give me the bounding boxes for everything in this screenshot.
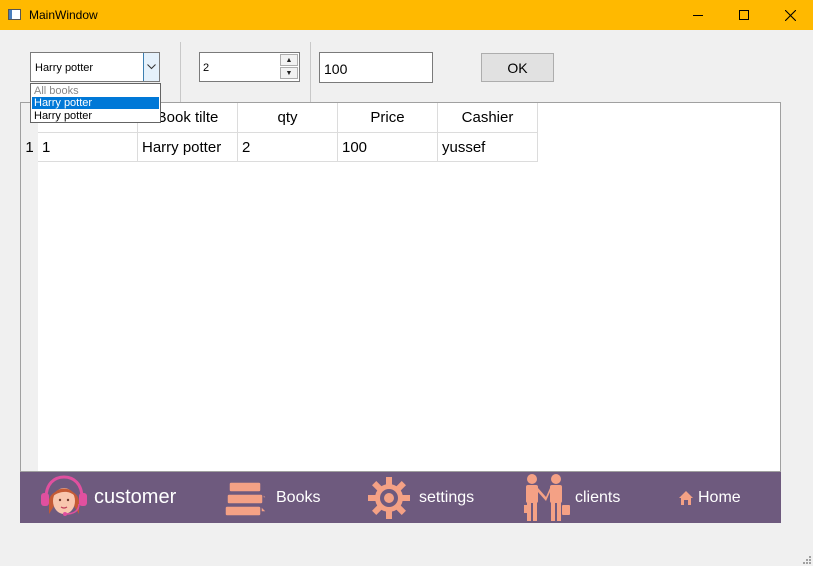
maximize-icon bbox=[739, 10, 749, 20]
customer-headset-icon bbox=[41, 474, 87, 516]
gear-icon bbox=[368, 476, 410, 519]
minimize-icon bbox=[693, 15, 703, 16]
bottom-nav-bar: customer Books settings clients Home bbox=[20, 472, 781, 523]
column-header-qty[interactable]: qty bbox=[238, 103, 338, 133]
handshake-icon bbox=[524, 473, 570, 521]
quantity-spinbox[interactable]: 2 ▲ ▼ bbox=[199, 52, 300, 82]
app-icon bbox=[8, 9, 21, 20]
combo-dropdown-button[interactable] bbox=[143, 53, 159, 81]
chevron-down-icon bbox=[147, 64, 156, 70]
orders-table[interactable]: Code Book tilte qty Price Cashier 1 1 Ha… bbox=[20, 102, 781, 472]
nav-home-label: Home bbox=[698, 488, 741, 506]
down-arrow-icon: ▼ bbox=[285, 69, 293, 77]
window-title: MainWindow bbox=[29, 8, 98, 22]
home-icon bbox=[679, 490, 693, 505]
cell-book-title[interactable]: Harry potter bbox=[138, 133, 238, 162]
cell-price[interactable]: 100 bbox=[338, 133, 438, 162]
quantity-value: 2 bbox=[203, 62, 210, 74]
spin-up-button[interactable]: ▲ bbox=[280, 54, 298, 66]
book-combo-value: Harry potter bbox=[35, 62, 94, 74]
nav-home[interactable]: Home bbox=[678, 472, 741, 523]
nav-settings[interactable]: settings bbox=[367, 472, 474, 523]
nav-books-label: Books bbox=[276, 488, 321, 506]
nav-customer-label: customer bbox=[94, 486, 177, 508]
row-number[interactable]: 1 bbox=[21, 133, 38, 162]
books-icon bbox=[223, 480, 269, 517]
cell-qty[interactable]: 2 bbox=[238, 133, 338, 162]
up-arrow-icon: ▲ bbox=[285, 56, 293, 64]
nav-clients[interactable]: clients bbox=[520, 472, 620, 523]
nav-clients-label: clients bbox=[575, 488, 621, 506]
dropdown-item-harry-potter[interactable]: Harry potter bbox=[32, 110, 159, 122]
spin-down-button[interactable]: ▼ bbox=[280, 67, 298, 79]
column-header-cashier[interactable]: Cashier bbox=[438, 103, 538, 133]
ok-button[interactable]: OK bbox=[481, 53, 554, 82]
maximize-button[interactable] bbox=[721, 0, 767, 30]
nav-settings-label: settings bbox=[419, 488, 475, 506]
title-bar: MainWindow bbox=[0, 0, 813, 30]
cell-code[interactable]: 1 bbox=[38, 133, 138, 162]
close-button[interactable] bbox=[767, 0, 813, 30]
close-icon bbox=[784, 9, 796, 21]
book-combo-dropdown[interactable]: All books Harry potter Harry potter bbox=[30, 83, 161, 123]
column-header-price[interactable]: Price bbox=[338, 103, 438, 133]
cell-cashier[interactable]: yussef bbox=[438, 133, 538, 162]
toolbar-separator bbox=[310, 42, 311, 102]
nav-customer[interactable]: customer bbox=[38, 472, 176, 523]
dropdown-item-all-books[interactable]: All books bbox=[32, 85, 159, 97]
minimize-button[interactable] bbox=[675, 0, 721, 30]
book-combo[interactable]: Harry potter bbox=[30, 52, 160, 82]
price-value: 100 bbox=[324, 61, 348, 77]
size-grip-icon[interactable] bbox=[802, 555, 811, 564]
price-input[interactable]: 100 bbox=[319, 52, 433, 83]
toolbar-separator bbox=[180, 42, 181, 102]
dropdown-item-harry-potter[interactable]: Harry potter bbox=[32, 97, 159, 109]
nav-books[interactable]: Books bbox=[221, 472, 320, 523]
